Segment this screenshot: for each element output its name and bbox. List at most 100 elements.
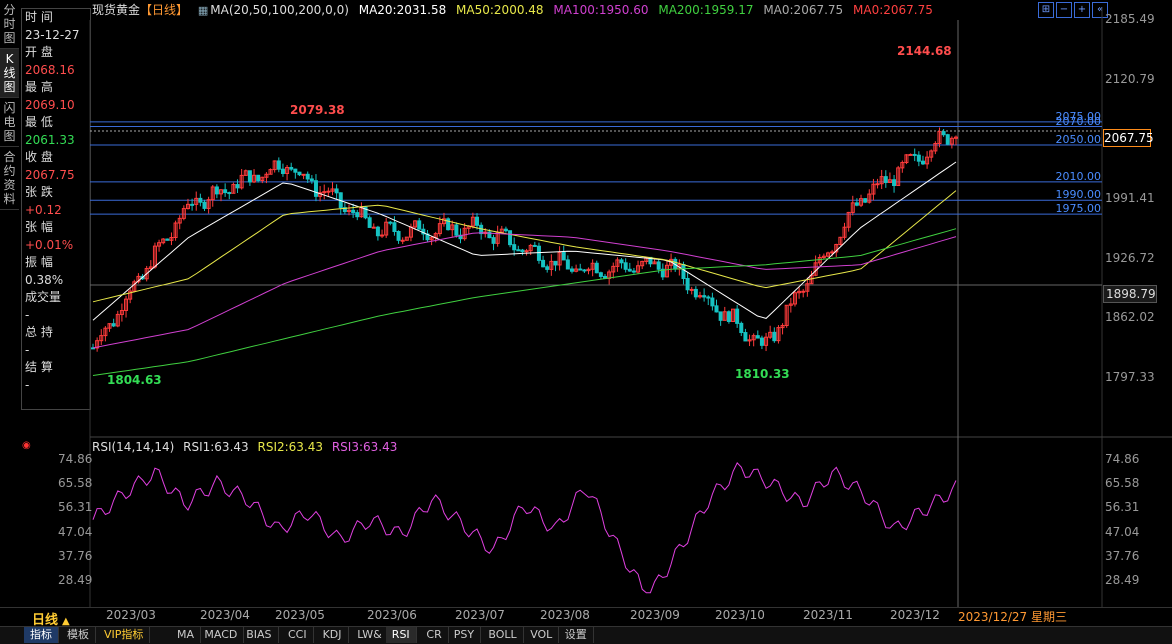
tab-psy[interactable]: PSY <box>448 627 482 643</box>
candle-body <box>710 297 715 307</box>
swing-low-annotation: 1810.33 <box>735 367 790 381</box>
candle-body <box>305 173 310 180</box>
candle-body <box>508 230 513 246</box>
candle-body <box>326 190 331 193</box>
tab-ma[interactable]: MA <box>171 627 202 643</box>
swing-high-annotation: 2079.38 <box>290 103 345 117</box>
rsi-params[interactable]: RSI(14,14,14) <box>92 440 174 454</box>
candle-body <box>309 178 314 182</box>
candle-body <box>565 259 570 270</box>
rsi-tick-label-left: 56.31 <box>58 500 93 515</box>
tab-settings[interactable]: 设置 <box>559 627 594 643</box>
rsi-close-icon[interactable]: ◉ <box>22 440 31 451</box>
candle-body <box>759 337 764 346</box>
candle-body <box>553 260 558 266</box>
date-tick-label: 2023/07 <box>455 608 505 622</box>
candle-body <box>301 173 306 176</box>
candle-body <box>875 183 880 186</box>
candle-body <box>920 160 925 165</box>
level-label: 1975.00 <box>1055 202 1102 216</box>
rsi-tick-label-left: 74.86 <box>58 452 93 466</box>
candle-body <box>256 174 261 181</box>
candle-body <box>863 198 868 203</box>
level-label: 1990.00 <box>1055 188 1102 202</box>
candle-body <box>297 171 302 176</box>
price-tick-label: 1862.02 <box>1105 310 1155 325</box>
candle-body <box>190 203 195 206</box>
candle-body <box>892 179 897 187</box>
price-tick-label: 2120.79 <box>1105 71 1155 86</box>
tab-kdj[interactable]: KDJ <box>317 627 349 643</box>
candle-body <box>685 277 690 291</box>
tab-boll[interactable]: BOLL <box>482 627 524 643</box>
candle-body <box>367 217 372 228</box>
high-annotation: 2144.68 <box>897 44 952 58</box>
price-tick-label: 1991.41 <box>1105 191 1155 205</box>
rsi-tick-label: 56.31 <box>1105 500 1140 515</box>
candle-body <box>689 288 694 291</box>
candle-body <box>908 153 913 156</box>
candle-body <box>520 249 525 253</box>
candle-body <box>945 134 950 145</box>
candle-body <box>454 224 459 236</box>
candle-body <box>227 192 232 195</box>
price-tick-label: 2185.49 <box>1105 12 1155 26</box>
candle-body <box>545 266 550 270</box>
candle-body <box>702 295 707 298</box>
candle-body <box>198 197 203 203</box>
candle-body <box>280 168 285 174</box>
candle-body <box>516 249 521 252</box>
candle-body <box>247 170 252 183</box>
rsi-tick-label: 37.76 <box>1105 548 1140 563</box>
candle-body <box>512 244 517 251</box>
candle-body <box>735 308 740 324</box>
date-tick-label: 2023/05 <box>275 608 325 622</box>
tab-vol[interactable]: VOL <box>524 627 560 643</box>
rsi-tick-label: 47.04 <box>1105 524 1140 539</box>
candle-body <box>541 259 546 268</box>
candle-body <box>276 160 281 170</box>
candle-body <box>293 168 298 173</box>
candle-body <box>111 323 116 327</box>
candle-body <box>598 272 603 277</box>
tab-template[interactable]: 模板 <box>61 627 96 643</box>
candle-body <box>223 189 228 194</box>
candle-body <box>503 228 508 232</box>
candle-body <box>561 251 566 261</box>
candle-body <box>578 268 583 271</box>
candle-body <box>351 209 356 214</box>
candle-body <box>524 250 529 253</box>
tab-lw[interactable]: LW& <box>351 627 389 643</box>
candle-body <box>594 262 599 274</box>
candle-body <box>743 332 748 342</box>
tab-cci[interactable]: CCI <box>282 627 314 643</box>
tab-bias[interactable]: BIAS <box>240 627 279 643</box>
candle-body <box>313 180 318 197</box>
candle-body <box>334 188 339 194</box>
tab-cr[interactable]: CR <box>420 627 449 643</box>
candle-body <box>916 154 921 162</box>
candle-body <box>400 239 405 242</box>
rsi-tick-label: 28.49 <box>1105 573 1140 587</box>
price-chart[interactable] <box>0 0 1172 643</box>
tab-macd[interactable]: MACD <box>198 627 245 643</box>
candle-body <box>772 331 777 342</box>
candle-body <box>355 212 360 218</box>
date-tick-label: 2023/06 <box>367 608 417 622</box>
candle-body <box>235 184 240 189</box>
candle-body <box>214 186 219 195</box>
rsi-tick-label-left: 65.58 <box>58 476 93 491</box>
tab-indicator[interactable]: 指标 <box>24 627 59 643</box>
candle-body <box>801 290 806 293</box>
rsi3-value: RSI3:63.43 <box>331 440 398 454</box>
ma-line-ma20 <box>92 161 957 321</box>
tab-rsi[interactable]: RSI <box>385 627 417 643</box>
candle-body <box>681 263 686 279</box>
candle-body <box>619 259 624 264</box>
crosshair-price-tag: 1898.79 <box>1103 285 1157 303</box>
candle-body <box>726 311 731 323</box>
candle-body <box>854 202 859 206</box>
tab-vip[interactable]: VIP指标 <box>98 627 151 643</box>
candle-body <box>912 153 917 156</box>
candle-body <box>388 221 393 224</box>
